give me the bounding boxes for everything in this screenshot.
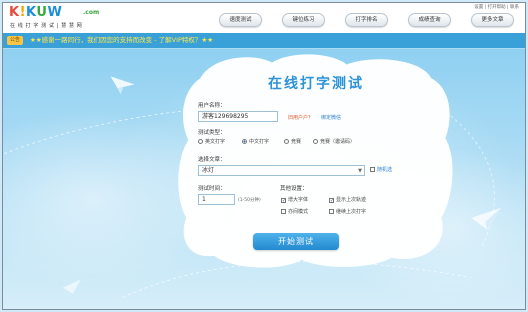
random-article-checkbox[interactable]: 随机选	[370, 166, 392, 174]
random-article-label: 随机选	[377, 167, 393, 173]
nav-ranking-button[interactable]: 打字排名	[345, 13, 388, 27]
header: K!KUW .com 在 线 打 字 测 试 | 慧 慧 网 设置 | 打开帮助…	[3, 3, 525, 33]
radio-english[interactable]: 英文打字	[198, 138, 225, 146]
show-last-trace-label: 显示上次轨迹	[336, 197, 367, 203]
app-window: K!KUW .com 在 线 打 字 测 试 | 慧 慧 网 设置 | 打开帮助…	[2, 2, 526, 310]
radio-chinese-label: 中文打字	[249, 139, 270, 145]
username-input[interactable]: 游客129698295	[198, 111, 278, 122]
test-time-input[interactable]: 1	[198, 194, 235, 205]
chevron-down-icon: ▼	[358, 168, 362, 174]
notice-bar: 公告 ★★感谢一路同行，我们因您的支持而改变 - 了解VIP特权？★★	[3, 33, 525, 48]
username-label: 用户名称：	[198, 103, 226, 109]
show-last-trace-checkbox[interactable]: ✓ 显示上次轨迹	[329, 196, 366, 204]
radio-contest[interactable]: 竞赛	[284, 138, 301, 146]
logo-letter-w: W	[47, 5, 63, 20]
nav-more-articles-button[interactable]: 更多文章	[471, 13, 514, 27]
nav-score-query-button[interactable]: 成绩查询	[408, 13, 451, 27]
test-type-label: 测试类型：	[198, 130, 226, 136]
continue-last-label: 继续上次打字	[336, 209, 367, 215]
night-mode-checkbox[interactable]: 亦间模式	[281, 208, 308, 216]
test-time-hint: (1-50分钟)	[238, 198, 261, 203]
logo-letter-k2: K	[26, 5, 37, 20]
start-test-button[interactable]: 开始测试	[253, 233, 339, 250]
nav-speed-test-button[interactable]: 速度测试	[219, 13, 262, 27]
radio-contest-invite-label: 竞赛（邀请码）	[320, 139, 356, 145]
typing-test-form: 在线打字测试 用户名称： 游客129698295 旧用户户？ 绑定微信 测试类型…	[186, 61, 446, 261]
logo-wordmark: K!KUW	[9, 5, 62, 20]
article-select[interactable]: 冰灯 ▼	[198, 165, 365, 176]
page-title: 在线打字测试	[268, 76, 364, 92]
radio-english-label: 英文打字	[205, 139, 226, 145]
article-label: 选择文章：	[198, 157, 226, 163]
article-select-value: 冰灯	[202, 167, 215, 174]
old-user-link[interactable]: 旧用户户？	[288, 114, 313, 121]
radio-chinese[interactable]: 中文打字	[242, 138, 269, 146]
larger-font-checkbox[interactable]: ✓ 增大字体	[281, 196, 308, 204]
radio-contest-label: 竞赛	[291, 139, 302, 145]
header-helper-links[interactable]: 设置 | 打开帮助 | 联系	[474, 4, 519, 10]
larger-font-label: 增大字体	[288, 197, 309, 203]
logo-letter-u: U	[36, 5, 48, 20]
radio-contest-invite[interactable]: 竞赛（邀请码）	[313, 138, 355, 146]
other-settings-label: 其他设置：	[280, 186, 308, 192]
notice-badge: 公告	[7, 36, 23, 45]
night-mode-label: 亦间模式	[288, 209, 309, 215]
logo-subtitle: 在 线 打 字 测 试 | 慧 慧 网	[10, 23, 83, 29]
site-logo[interactable]: K!KUW .com 在 线 打 字 测 试 | 慧 慧 网	[9, 5, 121, 31]
nav-key-practice-button[interactable]: 键位练习	[282, 13, 325, 27]
test-time-label: 测试时间：	[198, 186, 226, 192]
continue-last-checkbox[interactable]: 继续上次打字	[329, 208, 366, 216]
notice-link[interactable]: ★★感谢一路同行，我们因您的支持而改变 - 了解VIP特权？★★	[30, 36, 213, 45]
bind-wechat-link[interactable]: 绑定微信	[321, 114, 341, 121]
logo-domain: .com	[83, 9, 100, 16]
logo-letter-k: K	[9, 5, 20, 20]
